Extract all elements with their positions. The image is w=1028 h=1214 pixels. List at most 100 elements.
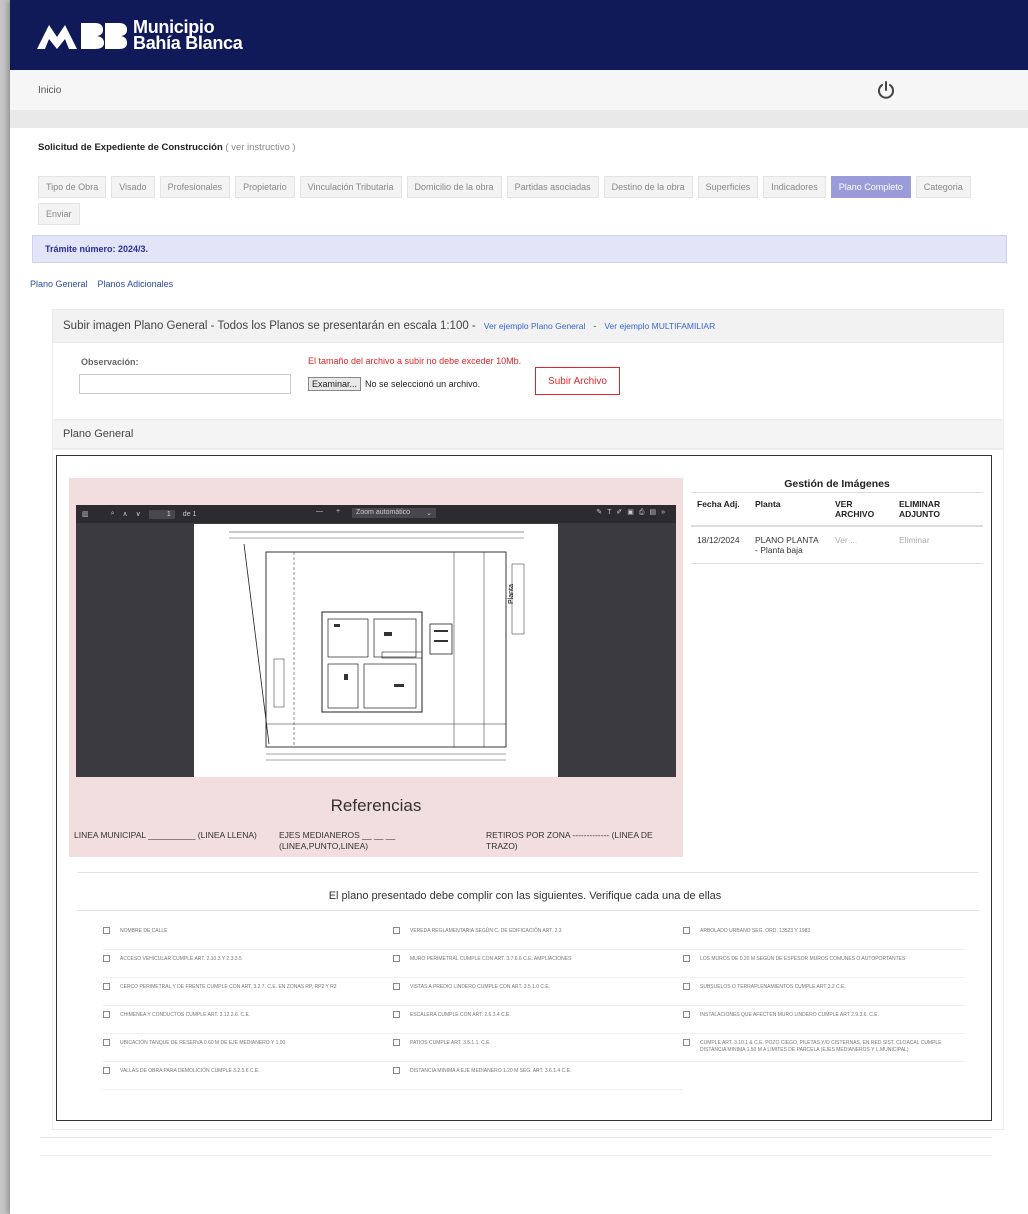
- tab-indicadores[interactable]: Indicadores: [763, 176, 826, 198]
- tab-domicilio-de-la-obra[interactable]: Domicilio de la obra: [406, 176, 502, 198]
- checklist-checkbox[interactable]: [683, 1039, 690, 1046]
- print-icon[interactable]: ⎙: [639, 509, 650, 516]
- tab-propietario[interactable]: Propietario: [235, 176, 295, 198]
- checklist-label: VALLAS DE OBRA PARA DEMOLICIÓN CUMPLE 3.…: [120, 1068, 260, 1074]
- power-icon[interactable]: [876, 80, 896, 100]
- checklist-checkbox[interactable]: [393, 1011, 400, 1018]
- tab-plano-completo[interactable]: Plano Completo: [830, 176, 911, 198]
- pdf-search-icon[interactable]: ⌕: [111, 510, 115, 518]
- checklist-item: CUMPLE ART. 3.10.1 & C.E. POZO CIEGO, PI…: [683, 1039, 965, 1062]
- referencias-title: Referencias: [330, 796, 422, 815]
- subir-archivo-button[interactable]: Subir Archivo: [535, 367, 620, 395]
- image-icon[interactable]: ▣: [627, 509, 639, 516]
- checklist-checkbox[interactable]: [393, 983, 400, 990]
- tab-destino-de-la-obra[interactable]: Destino de la obra: [603, 176, 693, 198]
- brand-line-2: Bahía Blanca: [133, 33, 243, 53]
- pdf-viewer[interactable]: ▥ ⌕ ∧ ∨ 1 de 1 — + Zoom automático ⌄ ✎T✐…: [76, 505, 676, 777]
- col-fecha: Fecha Adj.: [691, 492, 749, 527]
- sidebar-toggle-icon[interactable]: ▥: [82, 510, 89, 518]
- checklist-item: INSTALACIONES QUE AFECTEN MURO LINDERO C…: [683, 1011, 965, 1034]
- save-icon[interactable]: ▤: [649, 509, 661, 516]
- tramite-banner: Trámite número: 2024/3.: [32, 235, 1007, 263]
- wizard-tabs: Tipo de Obra Visado Profesionales Propietar…: [38, 176, 998, 225]
- drawing-label: Planta: [508, 584, 515, 604]
- file-chooser: Examinar... No se seleccionó un archivo.: [308, 377, 480, 391]
- upload-panel: Subir imagen Plano General - Todos los P…: [52, 309, 1004, 1130]
- tab-tipo-de-obra[interactable]: Tipo de Obra: [38, 176, 107, 198]
- tab-vinculación-tributaria[interactable]: Vinculación Tributaria: [299, 176, 402, 198]
- page-count: de 1: [182, 510, 197, 518]
- gestion-imagenes: Gestión de Imágenes Fecha Adj. Planta VE…: [691, 478, 983, 564]
- checklist-checkbox[interactable]: [103, 955, 110, 962]
- ejemplo-plano-general-link[interactable]: Ver ejemplo Plano General: [484, 321, 586, 331]
- page-number-input[interactable]: 1: [148, 509, 175, 519]
- ejemplo-multifamiliar-link[interactable]: Ver ejemplo MULTIFAMILIAR: [604, 321, 715, 331]
- checklist-label: CUMPLE ART. 3.10.1 & C.E. POZO CIEGO, PI…: [700, 1040, 942, 1053]
- checklist-item: UBICACIÓN TANQUE DE RESERVA 0.60 M DE EJ…: [103, 1039, 393, 1062]
- breadcrumb-inicio[interactable]: Inicio: [38, 85, 61, 96]
- checklist-checkbox[interactable]: [103, 927, 110, 934]
- plano-box-wrap: ▥ ⌕ ∧ ∨ 1 de 1 — + Zoom automático ⌄ ✎T✐…: [52, 449, 1004, 1130]
- checklist-item: LOS MUROS DE 0.20 M SEGÚN DE ESPESOR MUR…: [683, 955, 965, 978]
- divider-band: [10, 110, 1028, 128]
- pdf-toolbar: ▥ ⌕ ∧ ∨ 1 de 1 — + Zoom automático ⌄ ✎T✐…: [76, 505, 676, 523]
- ref-retiros: RETIROS POR ZONA ------------- (LINEA DE…: [486, 830, 653, 851]
- zoom-select[interactable]: Zoom automático ⌄: [352, 508, 436, 518]
- municipio-logo[interactable]: Municipio Bahía Blanca: [35, 17, 243, 53]
- checklist-checkbox[interactable]: [103, 983, 110, 990]
- plano-box: ▥ ⌕ ∧ ∨ 1 de 1 — + Zoom automático ⌄ ✎T✐…: [56, 455, 992, 1121]
- more-tools-icon[interactable]: »: [661, 509, 670, 516]
- nav-bar: Inicio: [10, 70, 1028, 110]
- next-page-icon[interactable]: ∨: [136, 510, 141, 518]
- plano-drawing: Planta: [194, 524, 558, 777]
- row-fecha: 18/12/2024: [691, 526, 749, 564]
- no-file-text: No se seleccionó un archivo.: [365, 379, 481, 389]
- tab-superficies[interactable]: Superficies: [697, 176, 759, 198]
- checklist-item: ESCALERA CUMPLE CON ART. 2.6.3.4 C.E.: [393, 1011, 683, 1034]
- tab-visado[interactable]: Visado: [111, 176, 155, 198]
- checklist-checkbox[interactable]: [393, 955, 400, 962]
- checklist-checkbox[interactable]: [683, 955, 690, 962]
- checklist-checkbox[interactable]: [393, 1067, 400, 1074]
- checklist-label: ACCESO VEHICULAR CUMPLE ART. 2.10.3 Y 2.…: [120, 956, 242, 962]
- upload-heading-text: Subir imagen Plano General - Todos los P…: [63, 320, 476, 332]
- observacion-input[interactable]: [79, 374, 291, 394]
- checklist-checkbox[interactable]: [103, 1011, 110, 1018]
- tab-profesionales[interactable]: Profesionales: [159, 176, 231, 198]
- draw-icon[interactable]: ✐: [616, 509, 627, 516]
- page-title: Solicitud de Expediente de Construcción …: [38, 142, 1018, 153]
- highlight-icon[interactable]: ✎: [596, 509, 607, 516]
- prev-page-icon[interactable]: ∧: [123, 510, 128, 518]
- mbb-logo-icon: [37, 23, 127, 49]
- tab-enviar[interactable]: Enviar: [38, 203, 80, 225]
- checklist-checkbox[interactable]: [683, 1011, 690, 1018]
- checklist-item: [683, 1068, 965, 1090]
- subnav-plano-general[interactable]: Plano General: [30, 279, 88, 289]
- floor-plan-drawing: Planta: [229, 531, 525, 761]
- main-content: Solicitud de Expediente de Construcción …: [10, 142, 1028, 1130]
- zoom-in-icon[interactable]: +: [336, 508, 340, 515]
- checklist-item: CHIMENEA Y CONDUCTOS CUMPLE ART. 3.12.2.…: [103, 1011, 393, 1034]
- checklist-checkbox[interactable]: [393, 1039, 400, 1046]
- browse-button[interactable]: Examinar...: [308, 377, 362, 391]
- checklist-checkbox[interactable]: [683, 983, 690, 990]
- ver-archivo-link[interactable]: Ver ...: [829, 526, 893, 564]
- footer-divider: [40, 1137, 992, 1138]
- zoom-out-icon[interactable]: —: [316, 508, 323, 515]
- checklist-checkbox[interactable]: [683, 927, 690, 934]
- checklist-checkbox[interactable]: [393, 927, 400, 934]
- ref-ejes-medianeros: EJES MEDIANEROS __ __ __ (LINEA,PUNTO,LI…: [279, 830, 396, 851]
- checklist-checkbox[interactable]: [103, 1067, 110, 1074]
- pdf-tools: ✎T✐▣⎙▤»: [596, 508, 670, 517]
- checklist-checkbox[interactable]: [103, 1039, 110, 1046]
- instructivo-link[interactable]: ( ver instructivo ): [225, 142, 295, 153]
- checklist-item: ACCESO VEHICULAR CUMPLE ART. 2.10.3 Y 2.…: [103, 955, 393, 978]
- size-warning: El tamaño del archivo a subir no debe ex…: [308, 356, 522, 366]
- text-icon[interactable]: T: [607, 509, 616, 516]
- tab-partidas-asociadas[interactable]: Partidas asociadas: [506, 176, 599, 198]
- plano-subnav: Plano General Planos Adicionales: [30, 279, 1018, 289]
- subnav-planos-adicionales[interactable]: Planos Adicionales: [98, 279, 174, 289]
- eliminar-link[interactable]: Eliminar: [893, 526, 983, 564]
- checklist-label: CERCO PERIMETRAL Y DE FRENTE CUMPLE CON …: [120, 984, 337, 990]
- tab-categoria[interactable]: Categoria: [915, 176, 971, 198]
